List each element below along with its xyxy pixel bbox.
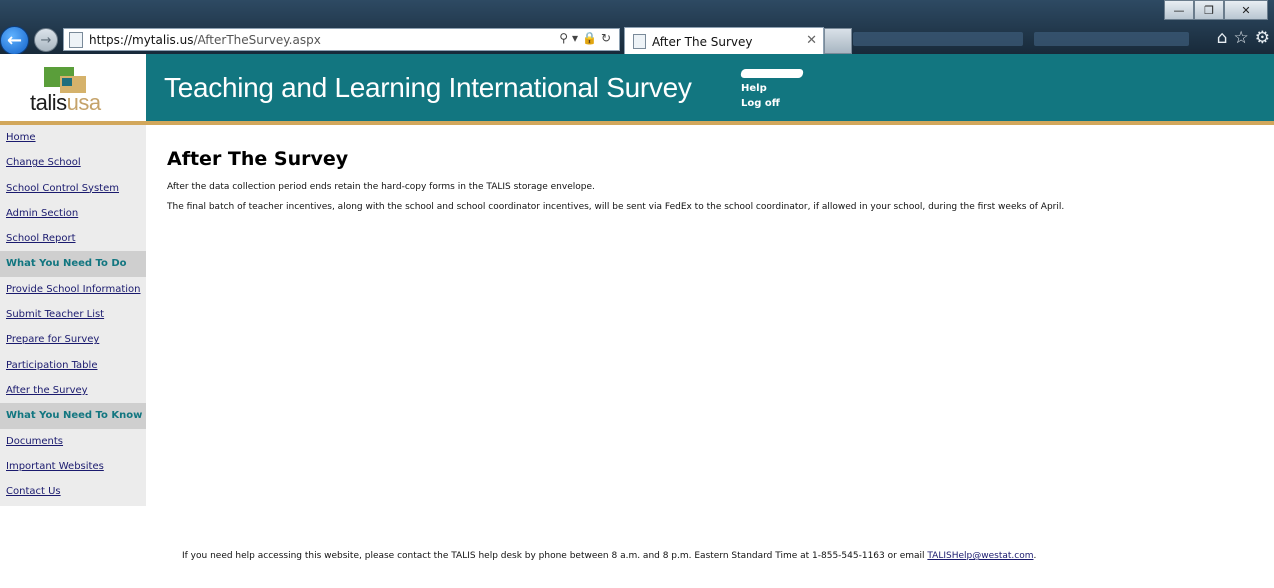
paragraph-incentives: The final batch of teacher incentives, a…: [167, 202, 1065, 212]
blurred-search: [1034, 32, 1189, 46]
minimize-button[interactable]: —: [1164, 0, 1194, 20]
paragraph-forms: After the data collection period ends re…: [167, 182, 595, 192]
sidebar-item-change-school[interactable]: Change School: [0, 150, 146, 175]
sidebar-item-provide-school-information[interactable]: Provide School Information: [0, 277, 146, 302]
sidebar-item-contact-us[interactable]: Contact Us: [0, 479, 146, 504]
browser-tab[interactable]: After The Survey ✕: [624, 27, 824, 55]
sidebar-heading-what-you-need-to-know: What You Need To Know: [0, 403, 146, 429]
sidebar-item-submit-teacher-list[interactable]: Submit Teacher List: [0, 302, 146, 327]
help-link[interactable]: Help: [741, 81, 803, 96]
sidebar-item-after-the-survey[interactable]: After the Survey: [0, 378, 146, 403]
back-button[interactable]: ←: [0, 26, 29, 55]
browser-toolbar: ⌂ ☆ ⚙: [1217, 28, 1270, 48]
sidebar-item-prepare-for-survey[interactable]: Prepare for Survey: [0, 327, 146, 352]
footer-end: .: [1033, 551, 1037, 561]
sidebar-heading-what-you-need-to-do: What You Need To Do: [0, 251, 146, 277]
sidebar-item-admin-section[interactable]: Admin Section: [0, 201, 146, 226]
close-tab-icon[interactable]: ✕: [806, 33, 817, 48]
sidebar-item-school-control-system[interactable]: School Control System: [0, 176, 146, 201]
site-banner: Teaching and Learning International Surv…: [146, 54, 1274, 122]
page-title: After The Survey: [167, 148, 349, 170]
help-email-link[interactable]: TALISHelp@westat.com: [927, 551, 1033, 561]
logoff-link[interactable]: Log off: [741, 96, 803, 111]
gear-icon[interactable]: ⚙: [1255, 28, 1270, 48]
url-path: /AfterTheSurvey.aspx: [193, 32, 321, 47]
header-links: Help Log off: [740, 69, 804, 111]
url-host: https://mytalis.us: [89, 32, 194, 47]
sidebar-nav: Home Change School School Control System…: [0, 125, 146, 506]
star-icon[interactable]: ☆: [1234, 28, 1249, 48]
redacted-username: [740, 69, 804, 78]
tab-title: After The Survey: [652, 34, 753, 49]
header-divider: [0, 121, 1274, 125]
new-tab-button[interactable]: [824, 28, 852, 54]
sidebar-item-documents[interactable]: Documents: [0, 429, 146, 454]
address-controls[interactable]: ⚲▾🔒↻: [559, 31, 615, 45]
tab-page-icon: [633, 34, 646, 49]
browser-chrome: — ❐ ✕ ← → https://mytalis.us/AfterTheSur…: [0, 0, 1274, 55]
logo-prefix: talis: [30, 90, 67, 115]
window-controls: — ❐ ✕: [1164, 0, 1268, 20]
blurred-field: [853, 32, 1023, 46]
close-window-button[interactable]: ✕: [1224, 0, 1268, 20]
forward-button[interactable]: →: [34, 28, 58, 52]
sidebar-item-participation-table[interactable]: Participation Table: [0, 353, 146, 378]
footer-help-text: If you need help accessing this website,…: [182, 551, 1036, 561]
logo-text: talisusa: [30, 90, 101, 116]
sidebar-item-important-websites[interactable]: Important Websites: [0, 454, 146, 479]
sidebar-item-school-report[interactable]: School Report: [0, 226, 146, 251]
main-content: After The Survey After the data collecti…: [167, 148, 1257, 222]
home-icon[interactable]: ⌂: [1217, 28, 1228, 48]
sidebar-item-home[interactable]: Home: [0, 125, 146, 150]
restore-button[interactable]: ❐: [1194, 0, 1224, 20]
site-logo[interactable]: talisusa: [0, 54, 146, 122]
footer-text: If you need help accessing this website,…: [182, 551, 928, 561]
site-title: Teaching and Learning International Surv…: [164, 72, 692, 103]
address-bar[interactable]: https://mytalis.us/AfterTheSurvey.aspx ⚲…: [63, 28, 620, 51]
logo-suffix: usa: [66, 90, 101, 115]
page-icon: [69, 31, 83, 48]
